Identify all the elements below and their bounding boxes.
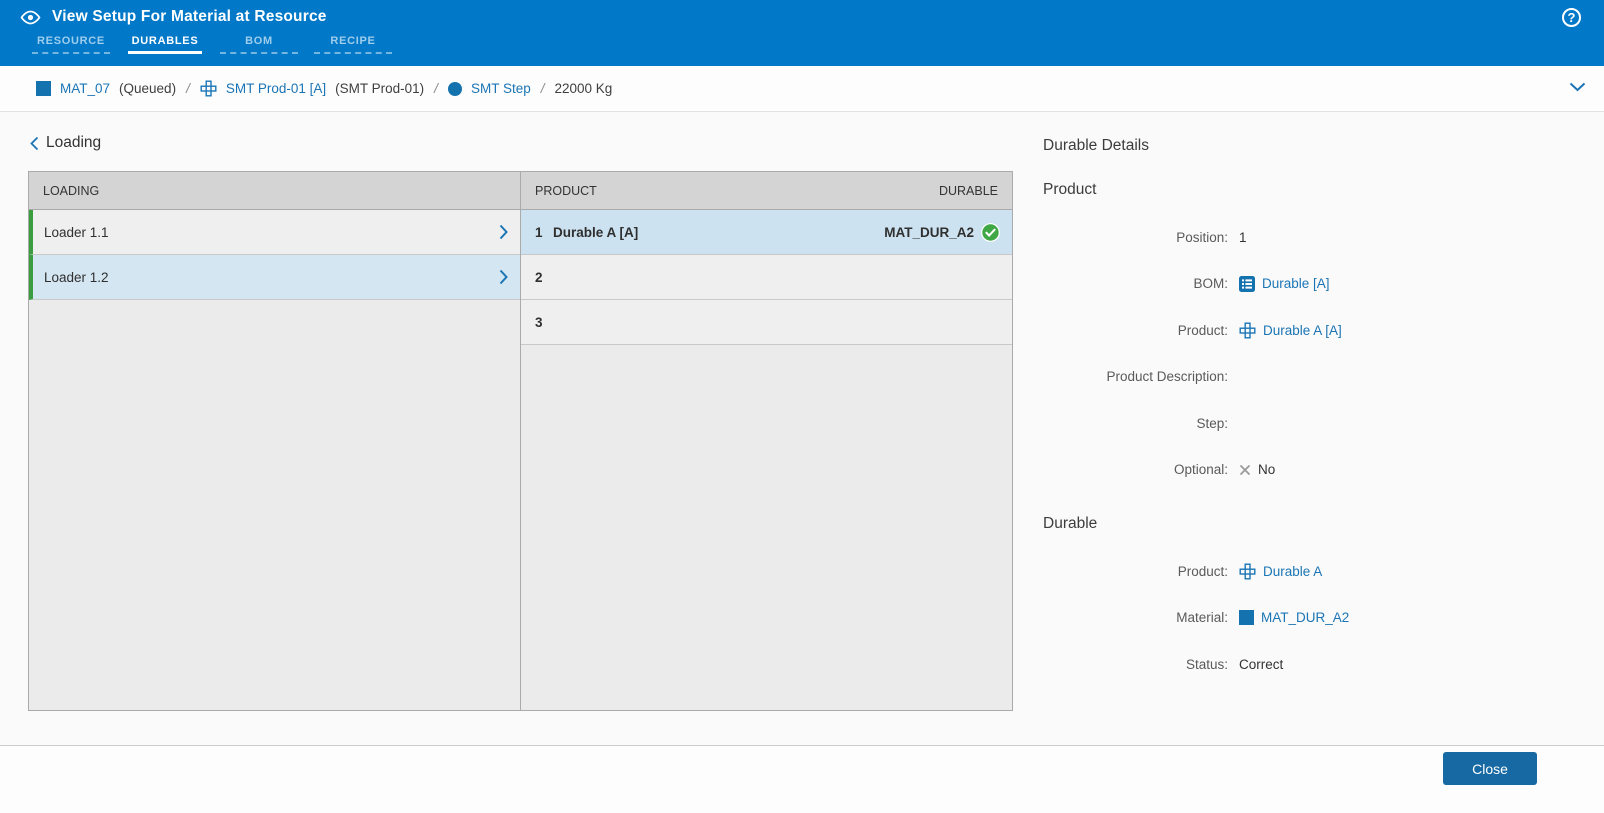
material-square-icon (1239, 610, 1254, 626)
field-durable-product: Product: Durable A (1043, 548, 1588, 595)
product-name: Durable A [A] (553, 224, 639, 240)
breadcrumb-separator: / (540, 81, 545, 96)
breadcrumb-material-state: (Queued) (119, 81, 177, 96)
product-table-empty-area (521, 345, 1012, 710)
tab-resource[interactable]: RESOURCE (24, 35, 118, 54)
product-row-1[interactable]: 1 Durable A [A] MAT_DUR_A2 (521, 210, 1012, 255)
durable-section-title: Durable (1043, 515, 1098, 532)
durable-details-panel: Durable Details Product Position: 1 BOM:… (1043, 137, 1588, 688)
field-label: Material: (1176, 610, 1228, 626)
field-position: Position: 1 (1043, 214, 1588, 261)
field-label: Optional: (1173, 462, 1228, 478)
tab-bom[interactable]: BOM (212, 35, 306, 54)
dialog-title: View Setup For Material at Resource (52, 8, 327, 25)
field-label: Product Description: (1106, 369, 1228, 385)
product-table: PRODUCT DURABLE 1 Durable A [A] MAT_DUR_… (520, 172, 1012, 710)
field-label: Step: (1196, 415, 1228, 431)
loading-tables: LOADING Loader 1.1 Loader 1.2 PRODUCT DU… (28, 171, 1013, 711)
tab-bar: RESOURCE DURABLES BOM RECIPE (24, 35, 1604, 54)
durable-material: MAT_DUR_A2 (884, 224, 974, 240)
product-column-header: PRODUCT (535, 183, 597, 198)
chevron-right-icon[interactable] (499, 224, 508, 240)
product-position: 1 (535, 224, 543, 240)
field-label: Status: (1185, 656, 1228, 672)
dialog-header: View Setup For Material at Resource ? RE… (0, 0, 1604, 66)
field-durable-material: Material: MAT_DUR_A2 (1043, 595, 1588, 642)
field-label: BOM: (1193, 276, 1228, 292)
bom-list-icon (1239, 275, 1255, 292)
field-product-description: Product Description: (1043, 354, 1588, 401)
chevron-right-icon[interactable] (499, 269, 508, 285)
loading-section-title: Loading (46, 134, 102, 151)
bom-link[interactable]: Durable [A] (1262, 276, 1330, 291)
product-table-header: PRODUCT DURABLE (521, 172, 1012, 210)
durable-cell: MAT_DUR_A2 (884, 222, 1000, 242)
loading-table-header: LOADING (29, 172, 520, 210)
field-label: Product: (1177, 322, 1228, 338)
product-grid-icon (1239, 563, 1256, 580)
breadcrumb-separator: / (186, 81, 190, 96)
step-circle-icon (447, 81, 462, 96)
tab-recipe[interactable]: RECIPE (306, 35, 400, 54)
field-value: Durable A [A] (1239, 322, 1342, 339)
field-bom: BOM: Durable [A] (1043, 261, 1588, 308)
breadcrumb-material-link[interactable]: MAT_07 (60, 81, 110, 96)
product-position: 3 (535, 314, 543, 330)
field-value: MAT_DUR_A2 (1239, 610, 1349, 626)
product-grid-icon (1239, 322, 1256, 339)
x-icon (1239, 464, 1251, 476)
breadcrumb-separator: / (434, 81, 438, 96)
product-row-3[interactable]: 3 (521, 300, 1012, 345)
view-eye-icon (20, 10, 41, 25)
durable-product-link[interactable]: Durable A (1263, 564, 1322, 579)
view-setup-dialog: View Setup For Material at Resource ? RE… (0, 0, 1604, 813)
help-icon[interactable]: ? (1562, 8, 1581, 27)
loader-row-label: Loader 1.1 (44, 224, 109, 240)
field-value: Durable [A] (1239, 275, 1330, 292)
durable-column-header: DURABLE (938, 183, 998, 198)
product-position: 2 (535, 269, 543, 285)
check-circle-icon (981, 222, 1000, 242)
breadcrumb-product-link[interactable]: SMT Prod-01 [A] (226, 81, 326, 96)
product-grid-icon (200, 80, 217, 97)
close-button[interactable]: Close (1443, 752, 1537, 785)
field-product: Product: Durable A [A] (1043, 307, 1588, 354)
loading-column-header: LOADING (43, 183, 100, 198)
breadcrumb-quantity: 22000 Kg (554, 81, 613, 96)
durable-material-link[interactable]: MAT_DUR_A2 (1261, 610, 1349, 625)
loader-row-2[interactable]: Loader 1.2 (29, 255, 520, 300)
product-row-2[interactable]: 2 (521, 255, 1012, 300)
loading-back-button[interactable]: Loading (30, 134, 101, 152)
dialog-footer: Close (0, 745, 1604, 813)
field-value: No (1239, 462, 1275, 477)
details-panel-title: Durable Details (1043, 137, 1149, 154)
loader-row-1[interactable]: Loader 1.1 (29, 210, 520, 255)
product-section-title: Product (1043, 181, 1097, 198)
chevron-down-icon[interactable] (1569, 82, 1586, 92)
field-step: Step: (1043, 400, 1588, 447)
field-value: 1 (1239, 229, 1247, 245)
field-value: Durable A (1239, 563, 1322, 580)
optional-value: No (1258, 462, 1276, 478)
field-optional: Optional: No (1043, 447, 1588, 494)
loader-row-label: Loader 1.2 (44, 269, 109, 285)
loading-table: LOADING Loader 1.1 Loader 1.2 (29, 172, 520, 710)
breadcrumb: MAT_07 (Queued) / SMT Prod-01 [A] (SMT P… (0, 66, 1604, 112)
status-value: Correct (1239, 656, 1284, 672)
loading-table-empty-area (29, 300, 520, 710)
field-label: Product: (1177, 563, 1228, 579)
breadcrumb-product-description: (SMT Prod-01) (335, 81, 425, 96)
dialog-title-row: View Setup For Material at Resource (0, 0, 1604, 26)
material-square-icon (36, 81, 51, 96)
breadcrumb-step-link[interactable]: SMT Step (471, 81, 531, 96)
chevron-left-icon (30, 136, 39, 151)
field-label: Position: (1176, 229, 1228, 245)
product-link[interactable]: Durable A [A] (1263, 323, 1342, 338)
tab-durables[interactable]: DURABLES (118, 35, 212, 54)
field-durable-status: Status: Correct (1043, 641, 1588, 688)
